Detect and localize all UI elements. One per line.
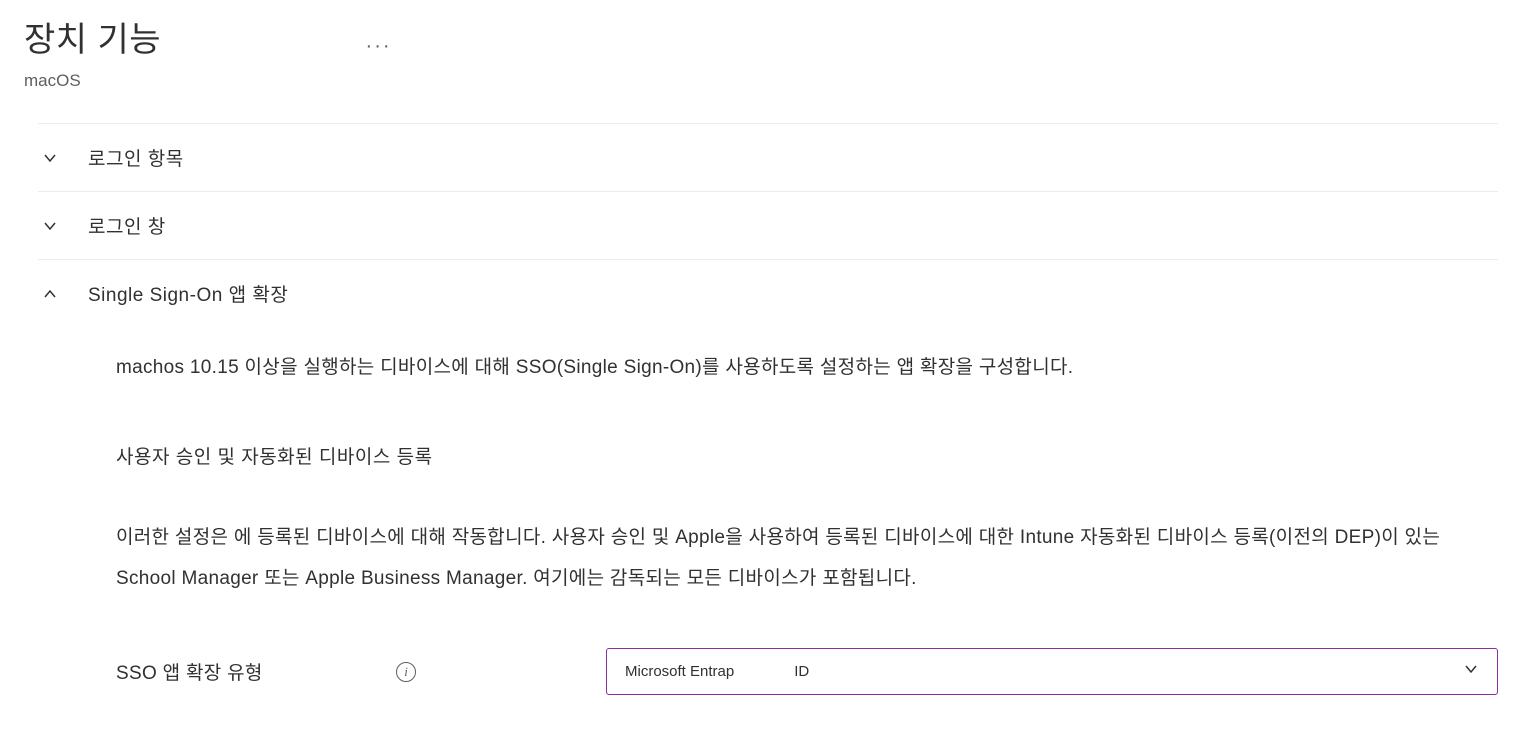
info-icon[interactable]: i xyxy=(396,662,416,682)
sso-subheading: 사용자 승인 및 자동화된 디바이스 등록 xyxy=(116,442,1498,469)
chevron-down-icon xyxy=(1463,661,1479,682)
chevron-up-icon xyxy=(38,282,62,306)
section-label: 로그인 항목 xyxy=(88,144,184,171)
page-title: 장치 기능 xyxy=(24,12,161,61)
section-label: 로그인 창 xyxy=(88,212,166,239)
more-horizontal-icon[interactable]: ··· xyxy=(366,35,392,58)
sso-paragraph: 이러한 설정은 에 등록된 디바이스에 대해 작동합니다. 사용자 승인 및 A… xyxy=(116,517,1496,601)
section-login-window[interactable]: 로그인 창 xyxy=(38,191,1498,259)
sso-extension-type-row: SSO 앱 확장 유형 i Microsoft EntrapID xyxy=(116,648,1498,695)
sso-extension-type-label: SSO 앱 확장 유형 xyxy=(116,658,396,685)
chevron-down-icon xyxy=(38,214,62,238)
page-subtitle: macOS xyxy=(24,71,1498,91)
section-sso-extension[interactable]: Single Sign-On 앱 확장 xyxy=(38,259,1498,327)
section-login-items[interactable]: 로그인 항목 xyxy=(38,123,1498,191)
sso-extension-type-dropdown[interactable]: Microsoft EntrapID xyxy=(606,648,1498,695)
chevron-down-icon xyxy=(38,146,62,170)
sso-description: machos 10.15 이상을 실행하는 디바이스에 대해 SSO(Singl… xyxy=(116,355,1498,382)
section-label: Single Sign-On 앱 확장 xyxy=(88,280,288,307)
dropdown-selected-value: Microsoft EntrapID xyxy=(625,663,809,680)
sso-expanded-content: machos 10.15 이상을 실행하는 디바이스에 대해 SSO(Singl… xyxy=(38,327,1498,695)
